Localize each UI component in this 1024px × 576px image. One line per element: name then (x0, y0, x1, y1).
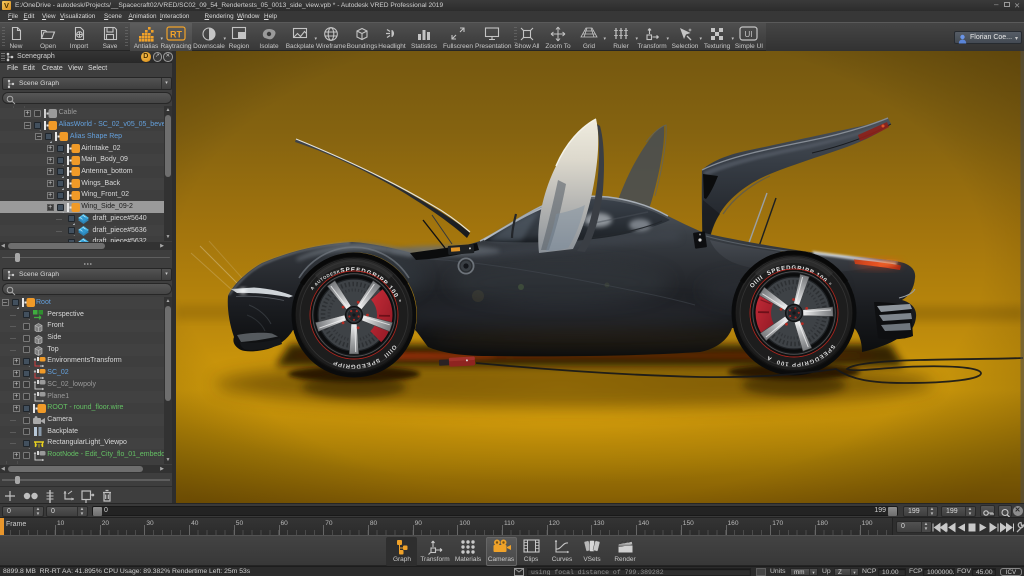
svg-text:UI: UI (745, 30, 753, 39)
svg-text:RT: RT (170, 30, 182, 40)
